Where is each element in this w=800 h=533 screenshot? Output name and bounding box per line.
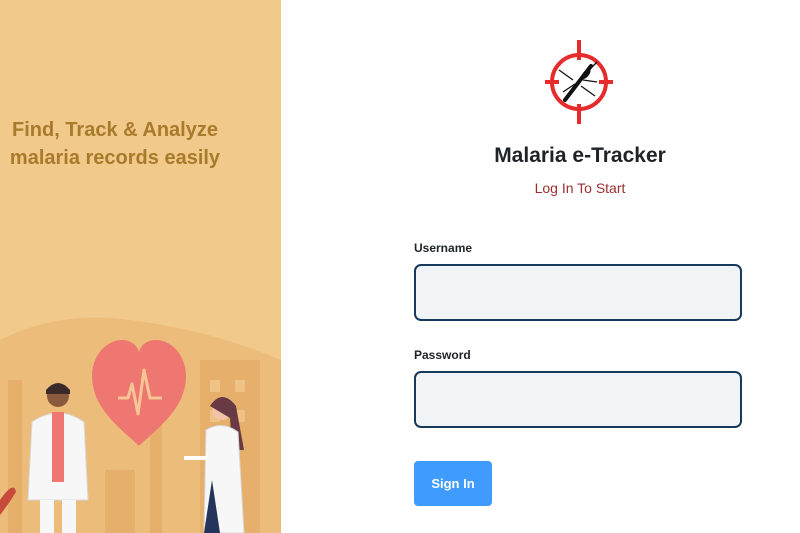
username-label: Username (414, 241, 473, 255)
doctors-heart-illustration (0, 317, 281, 533)
hero-panel: Find, Track & Analyze malaria records ea… (0, 0, 281, 533)
login-panel: Malaria e-Tracker Log In To Start Userna… (281, 0, 800, 533)
hero-tagline: Find, Track & Analyze malaria records ea… (0, 116, 230, 172)
tagline-line-1: Find, Track & Analyze (12, 119, 218, 141)
username-input[interactable] (414, 264, 742, 321)
tagline-line-2: malaria records easily (9, 147, 221, 169)
app-title: Malaria e-Tracker (494, 144, 666, 167)
password-input[interactable] (414, 371, 742, 428)
sign-in-button[interactable]: Sign In (414, 461, 492, 506)
login-subtitle: Log In To Start (534, 180, 626, 196)
password-label: Password (414, 348, 471, 362)
mosquito-target-icon (545, 40, 613, 124)
